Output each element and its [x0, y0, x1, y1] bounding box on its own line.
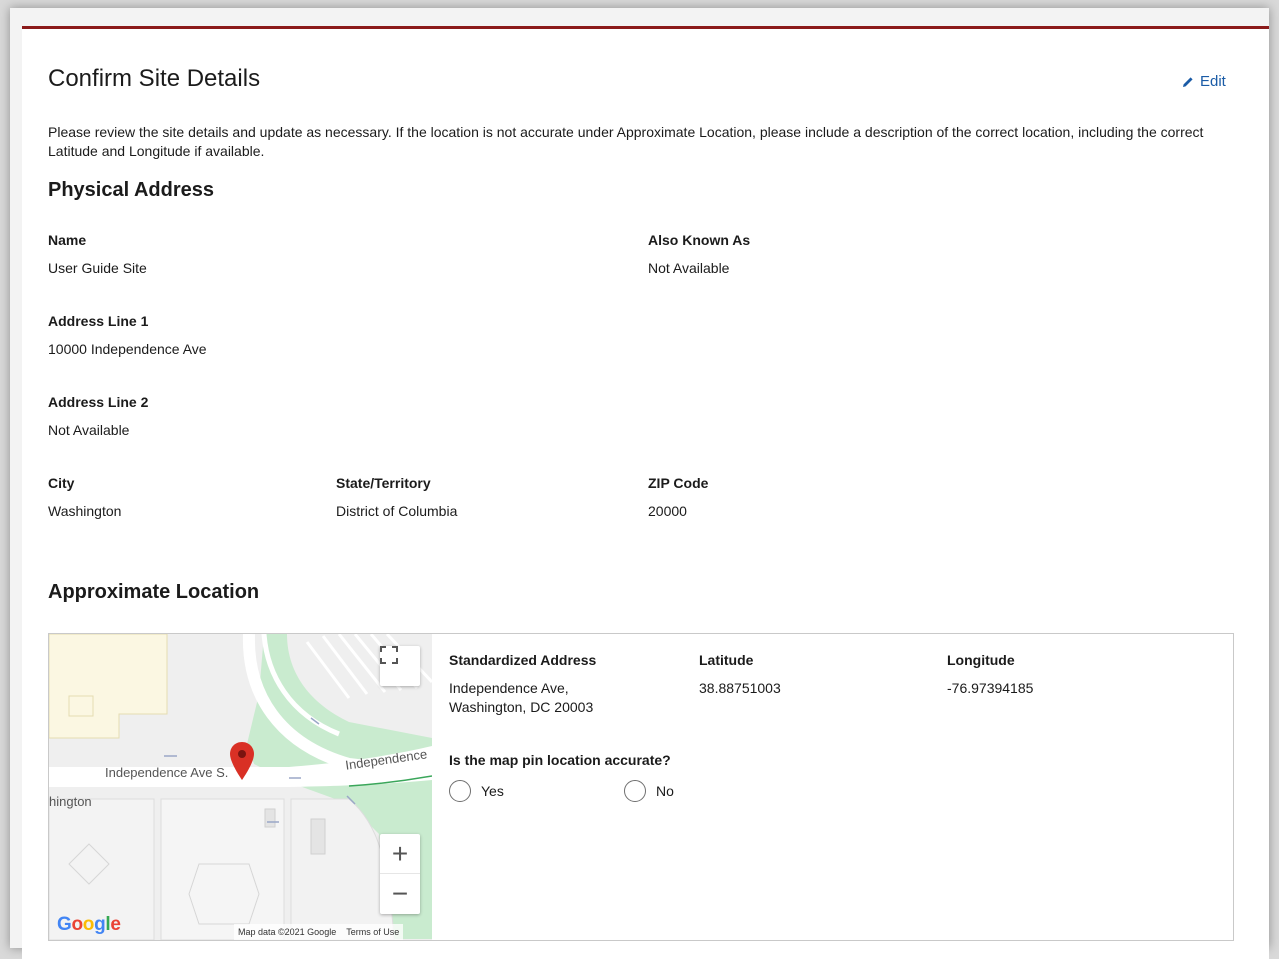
pencil-icon: [1183, 76, 1193, 87]
name-value: User Guide Site: [48, 260, 147, 276]
standardized-address-line2: Washington, DC 20003: [449, 699, 594, 715]
physical-address-heading: Physical Address: [48, 179, 215, 201]
city-label: City: [48, 475, 75, 491]
map-attribution-bar: Map data ©2021 Google Terms of Use: [234, 924, 404, 940]
state-label: State/Territory: [336, 475, 431, 491]
radio-no-circle[interactable]: [624, 780, 646, 802]
city-value: Washington: [48, 503, 122, 519]
address-line2-value: Not Available: [48, 422, 130, 438]
fullscreen-icon: [380, 646, 398, 664]
google-logo: Google: [57, 914, 121, 935]
radio-no-label: No: [656, 782, 674, 799]
longitude-label: Longitude: [947, 652, 1015, 668]
aka-label: Also Known As: [648, 232, 751, 248]
terms-of-use-link[interactable]: Terms of Use: [346, 927, 399, 937]
edit-link[interactable]: Edit: [1182, 73, 1226, 90]
state-value: District of Columbia: [336, 503, 458, 519]
street-label-independence-ave: Independence Ave S.: [105, 765, 229, 780]
zoom-out-button[interactable]: −: [380, 874, 420, 914]
radio-no[interactable]: No: [624, 780, 674, 802]
aka-value: Not Available: [648, 260, 730, 276]
map-attribution: Map data ©2021 Google: [238, 927, 337, 937]
radio-yes[interactable]: Yes: [449, 780, 504, 802]
map-view[interactable]: Independence Ave S. Independence hington…: [49, 634, 432, 940]
edit-label: Edit: [1200, 73, 1226, 90]
radio-yes-label: Yes: [481, 782, 504, 799]
zip-value: 20000: [648, 503, 687, 519]
intro-text: Please review the site details and updat…: [48, 124, 1204, 159]
zoom-control: + −: [380, 834, 420, 914]
pin-accuracy-question: Is the map pin location accurate?: [449, 752, 671, 768]
location-panel: Independence Ave S. Independence hington…: [48, 633, 1234, 941]
latitude-value: 38.88751003: [699, 680, 781, 696]
latitude-label: Latitude: [699, 652, 754, 668]
map-pin-icon[interactable]: [229, 742, 255, 782]
zoom-in-button[interactable]: +: [380, 834, 420, 874]
page-title: Confirm Site Details: [48, 65, 261, 92]
standardized-address-label: Standardized Address: [449, 652, 597, 668]
fullscreen-button[interactable]: [380, 646, 420, 686]
site-details-card: Confirm Site Details Edit Please review …: [22, 26, 1269, 959]
approximate-location-heading: Approximate Location: [48, 581, 260, 603]
map-tiles: [49, 634, 432, 940]
name-label: Name: [48, 232, 87, 248]
zip-label: ZIP Code: [648, 475, 709, 491]
page-frame: Confirm Site Details Edit Please review …: [10, 8, 1269, 959]
area-label: hington: [49, 794, 92, 809]
address-line1-label: Address Line 1: [48, 313, 149, 329]
standardized-address-line1: Independence Ave,: [449, 680, 569, 696]
address-line2-label: Address Line 2: [48, 394, 149, 410]
address-line1-value: 10000 Independence Ave: [48, 341, 207, 357]
radio-yes-circle[interactable]: [449, 780, 471, 802]
longitude-value: -76.97394185: [947, 680, 1034, 696]
